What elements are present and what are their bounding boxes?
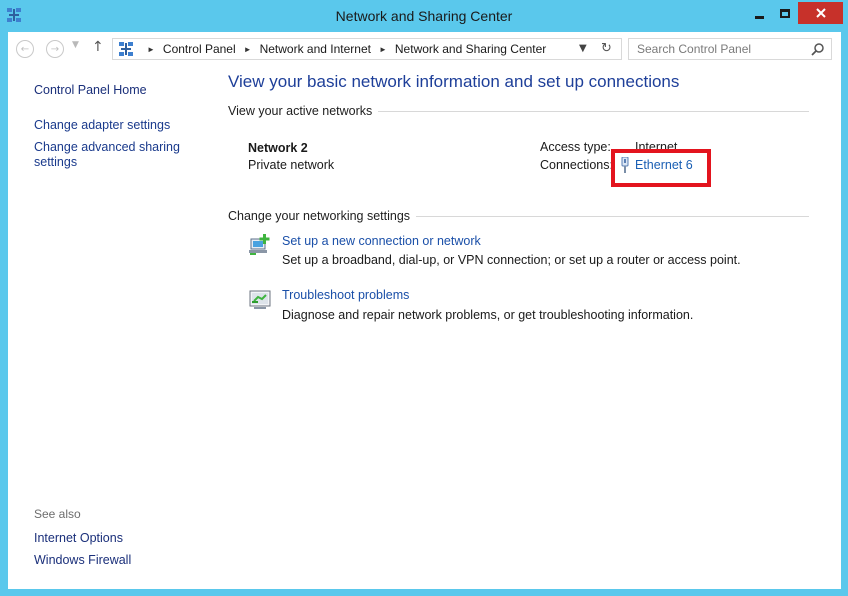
- connections-label: Connections:: [540, 158, 613, 172]
- windows-firewall-link[interactable]: Windows Firewall: [34, 553, 131, 568]
- close-button[interactable]: [798, 2, 843, 24]
- search-box[interactable]: Search Control Panel: [628, 38, 832, 60]
- address-bar[interactable]: ► Control Panel ► Network and Internet ►…: [112, 38, 622, 60]
- troubleshoot-icon: [249, 290, 271, 309]
- address-dropdown-icon[interactable]: ▼: [579, 43, 587, 54]
- network-category[interactable]: Private network: [248, 158, 334, 172]
- access-type-label: Access type:: [540, 140, 611, 154]
- title-bar[interactable]: Network and Sharing Center: [0, 0, 848, 32]
- new-connection-icon: [249, 234, 270, 255]
- search-input[interactable]: Search Control Panel: [637, 42, 751, 56]
- ethernet-connection-link[interactable]: Ethernet 6: [635, 158, 693, 172]
- breadcrumb-item[interactable]: Network and Internet: [260, 42, 371, 56]
- window-title: Network and Sharing Center: [335, 8, 513, 24]
- close-icon: [815, 8, 826, 18]
- breadcrumb-separator-icon[interactable]: ►: [379, 45, 387, 54]
- navigation-bar: ← → ▼ ↑ ► Control Panel ► Network and In…: [8, 32, 841, 66]
- client-area: ← → ▼ ↑ ► Control Panel ► Network and In…: [8, 32, 841, 589]
- back-button[interactable]: ←: [16, 40, 34, 58]
- section-label: Change your networking settings: [228, 209, 411, 223]
- setup-connection-link[interactable]: Set up a new connection or network: [282, 234, 481, 248]
- change-adapter-settings-link[interactable]: Change adapter settings: [34, 118, 170, 133]
- minimize-button[interactable]: [746, 2, 772, 24]
- divider: [416, 215, 809, 217]
- minimize-icon: [754, 15, 764, 19]
- see-also-heading: See also: [34, 507, 81, 521]
- up-button[interactable]: ↑: [92, 39, 104, 55]
- maximize-button[interactable]: [772, 2, 798, 24]
- control-panel-home-link[interactable]: Control Panel Home: [34, 83, 147, 98]
- internet-options-link[interactable]: Internet Options: [34, 531, 123, 546]
- breadcrumb-item[interactable]: Control Panel: [163, 42, 236, 56]
- main-pane: View your basic network information and …: [213, 66, 841, 589]
- chevron-down-icon: ▼: [72, 40, 79, 50]
- network-name: Network 2: [248, 141, 308, 155]
- section-label: View your active networks: [228, 104, 373, 118]
- setup-connection-description: Set up a broadband, dial-up, or VPN conn…: [282, 253, 741, 267]
- breadcrumb-separator-icon[interactable]: ►: [147, 45, 155, 54]
- forward-arrow-icon: →: [50, 43, 60, 55]
- maximize-icon: [780, 8, 790, 18]
- control-panel-icon: [119, 42, 133, 56]
- breadcrumb: ► Control Panel ► Network and Internet ►…: [139, 42, 546, 56]
- left-pane: Control Panel Home Change adapter settin…: [8, 66, 213, 589]
- breadcrumb-separator-icon[interactable]: ►: [244, 45, 252, 54]
- forward-button[interactable]: →: [46, 40, 64, 58]
- divider: [378, 110, 809, 112]
- back-arrow-icon: ←: [20, 43, 30, 55]
- change-settings-section-header: Change your networking settings: [228, 209, 809, 223]
- window-frame: Network and Sharing Center ← → ▼ ↑ ► Con…: [0, 0, 848, 596]
- breadcrumb-item[interactable]: Network and Sharing Center: [395, 42, 546, 56]
- change-advanced-sharing-link[interactable]: Change advanced sharing settings: [34, 140, 204, 170]
- page-title: View your basic network information and …: [228, 72, 680, 91]
- up-arrow-icon: ↑: [92, 39, 104, 55]
- active-networks-section-header: View your active networks: [228, 104, 809, 118]
- search-icon[interactable]: [811, 42, 825, 56]
- ethernet-icon: [621, 157, 629, 173]
- refresh-icon[interactable]: ↻: [601, 41, 612, 56]
- troubleshoot-link[interactable]: Troubleshoot problems: [282, 288, 409, 302]
- recent-locations-dropdown[interactable]: ▼: [72, 40, 79, 50]
- troubleshoot-description: Diagnose and repair network problems, or…: [282, 308, 694, 322]
